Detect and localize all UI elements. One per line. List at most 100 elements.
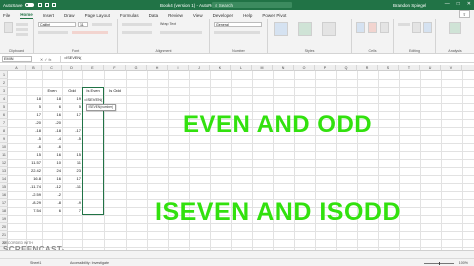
maximize-icon[interactable]: □ xyxy=(457,1,460,7)
row-header[interactable]: 6 xyxy=(0,111,8,119)
value-cell[interactable]: 18 xyxy=(26,95,42,103)
odd-cell[interactable]: -11 xyxy=(62,183,82,191)
odd-cell[interactable]: 7 xyxy=(62,207,82,215)
even-cell[interactable]: 16 xyxy=(42,175,62,183)
number-format-buttons[interactable] xyxy=(214,31,260,34)
odd-cell[interactable]: -9 xyxy=(62,199,82,207)
row-header[interactable]: 14 xyxy=(0,175,8,183)
row-header[interactable]: 12 xyxy=(0,159,8,167)
row-header[interactable]: 17 xyxy=(0,199,8,207)
even-cell[interactable]: 16 xyxy=(42,151,62,159)
even-cell[interactable]: -20 xyxy=(42,119,62,127)
status-sheet-name[interactable]: Sheet1 xyxy=(30,261,41,265)
close-icon[interactable]: ✕ xyxy=(467,1,471,7)
minimize-icon[interactable]: — xyxy=(445,1,450,7)
odd-cell[interactable]: 11 xyxy=(62,159,82,167)
even-cell[interactable]: -18 xyxy=(42,127,62,135)
autosum-button[interactable] xyxy=(398,23,410,26)
value-cell[interactable]: -2.59 xyxy=(26,191,42,199)
header-odd[interactable]: Odd xyxy=(62,87,82,95)
value-cell[interactable]: 5 xyxy=(26,103,42,111)
autosave-toggle[interactable] xyxy=(24,3,34,7)
copy-button[interactable] xyxy=(16,28,28,31)
even-cell[interactable]: -4 xyxy=(42,135,62,143)
value-cell[interactable]: 7.54 xyxy=(26,207,42,215)
even-cell[interactable]: -2 xyxy=(42,191,62,199)
row-header[interactable]: 8 xyxy=(0,127,8,135)
row-header[interactable]: 13 xyxy=(0,167,8,175)
even-cell[interactable]: 16 xyxy=(42,111,62,119)
even-cell[interactable]: -6 xyxy=(42,143,62,151)
format-cells-button[interactable] xyxy=(380,22,389,33)
even-cell[interactable]: -8 xyxy=(42,199,62,207)
row-header[interactable]: 3 xyxy=(0,87,8,95)
fill-font-color-buttons[interactable] xyxy=(72,31,108,34)
font-size-select[interactable]: 11 xyxy=(78,22,88,27)
font-name-select[interactable]: Calibri xyxy=(38,22,76,27)
value-cell[interactable]: -11.74 xyxy=(26,183,42,191)
zoom-level[interactable]: 100% xyxy=(459,261,468,265)
value-cell[interactable]: 11.57 xyxy=(26,159,42,167)
odd-cell[interactable]: -5 xyxy=(62,135,82,143)
horizontal-align-buttons[interactable] xyxy=(122,31,152,34)
value-cell[interactable]: -18 xyxy=(26,127,42,135)
header-is-odd[interactable]: Is Odd xyxy=(104,87,126,95)
number-format-select[interactable]: General xyxy=(214,22,262,27)
undo-icon[interactable] xyxy=(44,3,49,7)
share-icon[interactable]: ⇪ xyxy=(458,10,470,18)
vertical-align-buttons[interactable] xyxy=(122,23,152,26)
odd-cell[interactable]: 19 xyxy=(62,95,82,103)
tab-home[interactable]: Home xyxy=(20,12,33,19)
odd-cell[interactable]: -17 xyxy=(62,127,82,135)
value-cell[interactable]: -8.29 xyxy=(26,199,42,207)
fx-icon[interactable]: ✕ ✓ fx xyxy=(40,57,51,62)
search-input[interactable]: ⌕ Search xyxy=(212,2,292,8)
row-header[interactable]: 11 xyxy=(0,151,8,159)
row-header[interactable]: 15 xyxy=(0,183,8,191)
insert-cells-button[interactable] xyxy=(356,22,365,33)
redo-icon[interactable] xyxy=(51,3,56,7)
font-grow-shrink-buttons[interactable] xyxy=(92,23,112,26)
format-painter-button[interactable] xyxy=(16,33,28,36)
odd-cell[interactable]: 15 xyxy=(62,151,82,159)
sort-filter-button[interactable] xyxy=(412,22,421,33)
row-header[interactable]: 10 xyxy=(0,143,8,151)
value-cell[interactable]: -6 xyxy=(26,143,42,151)
row-header[interactable]: 19 xyxy=(0,215,8,223)
odd-cell[interactable]: 17 xyxy=(62,111,82,119)
row-header[interactable]: 16 xyxy=(0,191,8,199)
value-cell[interactable]: 22.42 xyxy=(26,167,42,175)
even-cell[interactable]: 6 xyxy=(42,103,62,111)
name-box[interactable]: EMIN xyxy=(2,56,32,62)
zoom-slider-handle[interactable] xyxy=(438,261,440,265)
formula-input[interactable]: =ISEVEN( xyxy=(60,56,470,62)
even-cell[interactable]: 24 xyxy=(42,167,62,175)
row-header[interactable]: 5 xyxy=(0,103,8,111)
cut-button[interactable] xyxy=(16,23,28,26)
value-cell[interactable]: 16.8 xyxy=(26,175,42,183)
format-as-table-button[interactable] xyxy=(298,22,312,36)
autosave-control[interactable]: AutoSave xyxy=(3,3,34,8)
conditional-formatting-button[interactable] xyxy=(274,22,288,36)
even-cell[interactable]: 18 xyxy=(42,95,62,103)
analyze-data-button[interactable] xyxy=(449,22,461,34)
status-accessibility[interactable]: Accessibility: Investigate xyxy=(70,261,109,265)
row-header[interactable]: 18 xyxy=(0,207,8,215)
active-cell-editor[interactable]: =ISEVEN( xyxy=(83,95,103,103)
even-cell[interactable]: 10 xyxy=(42,159,62,167)
paste-button[interactable] xyxy=(4,22,13,33)
value-cell[interactable]: 15 xyxy=(26,151,42,159)
save-icon[interactable] xyxy=(37,3,42,7)
odd-cell[interactable]: 17 xyxy=(62,175,82,183)
value-cell[interactable]: -5 xyxy=(26,135,42,143)
row-header[interactable]: 1 xyxy=(0,71,8,79)
value-cell[interactable]: 17 xyxy=(26,111,42,119)
bold-italic-underline-buttons[interactable] xyxy=(38,31,68,34)
row-header[interactable]: 9 xyxy=(0,135,8,143)
row-header[interactable]: 20 xyxy=(0,223,8,231)
merge-center-button[interactable] xyxy=(160,31,202,34)
row-header[interactable]: 21 xyxy=(0,231,8,239)
value-cell[interactable]: -20 xyxy=(26,119,42,127)
find-select-button[interactable] xyxy=(423,22,432,33)
user-name[interactable]: Brandon Spiegel xyxy=(393,3,426,8)
